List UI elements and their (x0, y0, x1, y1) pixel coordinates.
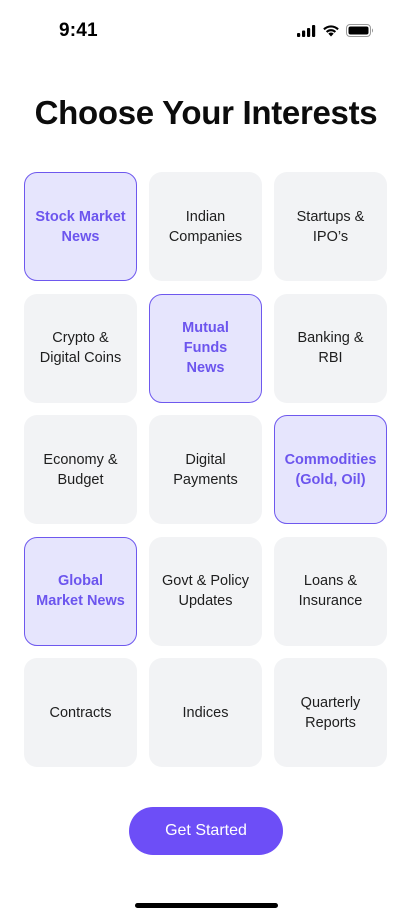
page-title: Choose Your Interests (34, 94, 378, 131)
interest-tile[interactable]: Banking & RBI (274, 293, 387, 403)
interests-screen: 9:41 Choose Your Interests Stock Market … (0, 0, 412, 917)
interest-tile[interactable]: Indices (149, 658, 262, 767)
interest-tile[interactable]: Digital Payments (149, 415, 262, 524)
interest-label: Banking & RBI (297, 330, 364, 366)
battery-icon (346, 24, 373, 37)
interest-tile[interactable]: Startups & IPO’s (274, 172, 387, 281)
status-bar: 9:41 (0, 0, 412, 64)
status-time: 9:41 (59, 20, 98, 41)
interest-label: Indian Companies (168, 208, 243, 245)
interest-tile[interactable]: Commodities (Gold, Oil) (274, 415, 387, 524)
interest-label: Govt & Policy Updates (161, 573, 250, 609)
interest-label: Indices (182, 704, 229, 721)
interest-tile[interactable]: Stock Market News (24, 172, 137, 281)
interest-tile[interactable]: Quarterly Reports (274, 658, 387, 767)
interest-label: Stock Market News (35, 208, 126, 245)
status-icons (297, 24, 374, 37)
interest-label: Quarterly Reports (300, 694, 361, 731)
home-indicator[interactable] (135, 903, 278, 908)
interest-tile[interactable]: Contracts (24, 658, 137, 767)
interest-tile[interactable]: Indian Companies (149, 172, 262, 281)
interest-label: Economy & Budget (43, 451, 118, 488)
interest-label: Contracts (49, 704, 112, 721)
interest-label: Startups & IPO’s (296, 208, 365, 245)
signal-icon (297, 24, 316, 37)
interest-label: Loans & Insurance (298, 573, 363, 609)
interest-tile[interactable]: Crypto & Digital Coins (24, 293, 137, 403)
interest-tile[interactable]: Mutual Funds News (149, 293, 262, 403)
interest-tile[interactable]: Global Market News (24, 536, 137, 646)
interest-label: Crypto & Digital Coins (39, 330, 122, 366)
interest-label: Commodities (Gold, Oil) (284, 451, 377, 488)
interest-grid: Stock Market News Indian Companies Startup… (24, 172, 387, 767)
interest-label: Mutual Funds News (182, 320, 229, 376)
get-started-button[interactable]: Get Started (129, 807, 283, 855)
interest-label: Digital Payments (173, 451, 238, 488)
interest-tile[interactable]: Loans & Insurance (274, 536, 387, 646)
interest-tile[interactable]: Economy & Budget (24, 415, 137, 524)
interest-label: Global Market News (36, 573, 125, 609)
interest-tile[interactable]: Govt & Policy Updates (149, 536, 262, 646)
wifi-icon (323, 25, 339, 37)
